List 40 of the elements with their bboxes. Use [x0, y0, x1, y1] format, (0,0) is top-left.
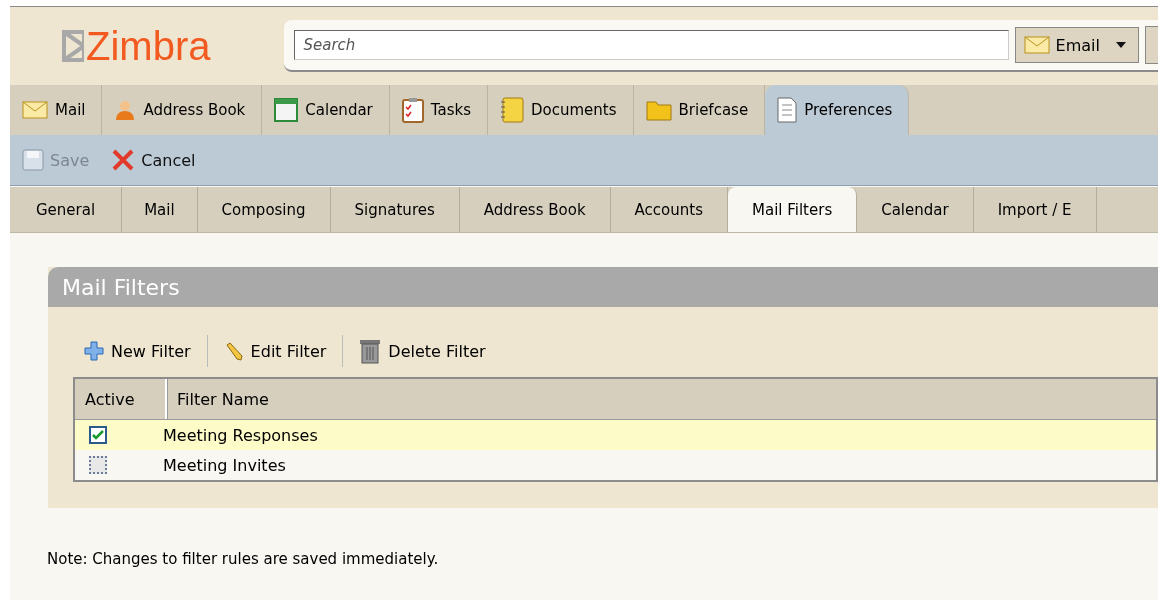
settings-section-tab[interactable]: Address Book: [459, 187, 611, 232]
calendar-icon: [274, 98, 299, 122]
filter-row[interactable]: Meeting Responses: [75, 420, 1156, 450]
logo-text: Zimbra: [86, 26, 211, 66]
search-field[interactable]: Search: [294, 30, 1009, 60]
envelope-icon: [22, 101, 48, 119]
caret-icon: [1116, 42, 1126, 48]
toolbar-action[interactable]: New Filter: [84, 341, 207, 361]
settings-section-tab[interactable]: Mail Filters: [728, 187, 858, 232]
filter-row[interactable]: Meeting Invites: [75, 450, 1156, 480]
toolbar-action[interactable]: Delete Filter: [359, 338, 502, 364]
close-icon: [111, 148, 136, 172]
note-text: Note: Changes to filter rules are saved immediately.: [47, 550, 440, 568]
document-list-icon: [777, 97, 798, 123]
column-header[interactable]: Filter Name: [167, 379, 1156, 419]
search-scope-button[interactable]: Email: [1014, 27, 1139, 63]
check-icon: [92, 430, 104, 440]
notebook-icon: [499, 97, 524, 123]
logo-envelope-icon: [62, 30, 84, 62]
trash-can-icon: [359, 338, 382, 364]
panel-title: Mail Filters: [48, 267, 1158, 307]
active-checkbox[interactable]: [89, 426, 107, 444]
folder-icon: [645, 99, 672, 121]
settings-section-tab[interactable]: Mail: [122, 187, 198, 232]
toolbar-button[interactable]: [1145, 26, 1158, 64]
app-tab[interactable]: Preferences: [765, 85, 910, 135]
plus-icon: [84, 341, 104, 361]
settings-section-tab[interactable]: Calendar: [857, 187, 974, 232]
clipboard-icon: [401, 97, 424, 123]
person-icon: [114, 99, 137, 121]
settings-section-tab[interactable]: Signatures: [330, 187, 460, 232]
envelope-icon: [1023, 36, 1050, 54]
filter-name: Meeting Invites: [162, 455, 286, 475]
active-checkbox[interactable]: [89, 456, 107, 474]
settings-section-tab[interactable]: Composing: [197, 187, 331, 232]
cancel-button[interactable]: Cancel: [111, 148, 196, 172]
settings-section-tab[interactable]: General: [10, 187, 123, 232]
settings-section-tab[interactable]: Import / E: [973, 187, 1097, 232]
filter-name: Meeting Responses: [162, 425, 318, 445]
toolbar-action[interactable]: Edit Filter: [223, 341, 343, 361]
